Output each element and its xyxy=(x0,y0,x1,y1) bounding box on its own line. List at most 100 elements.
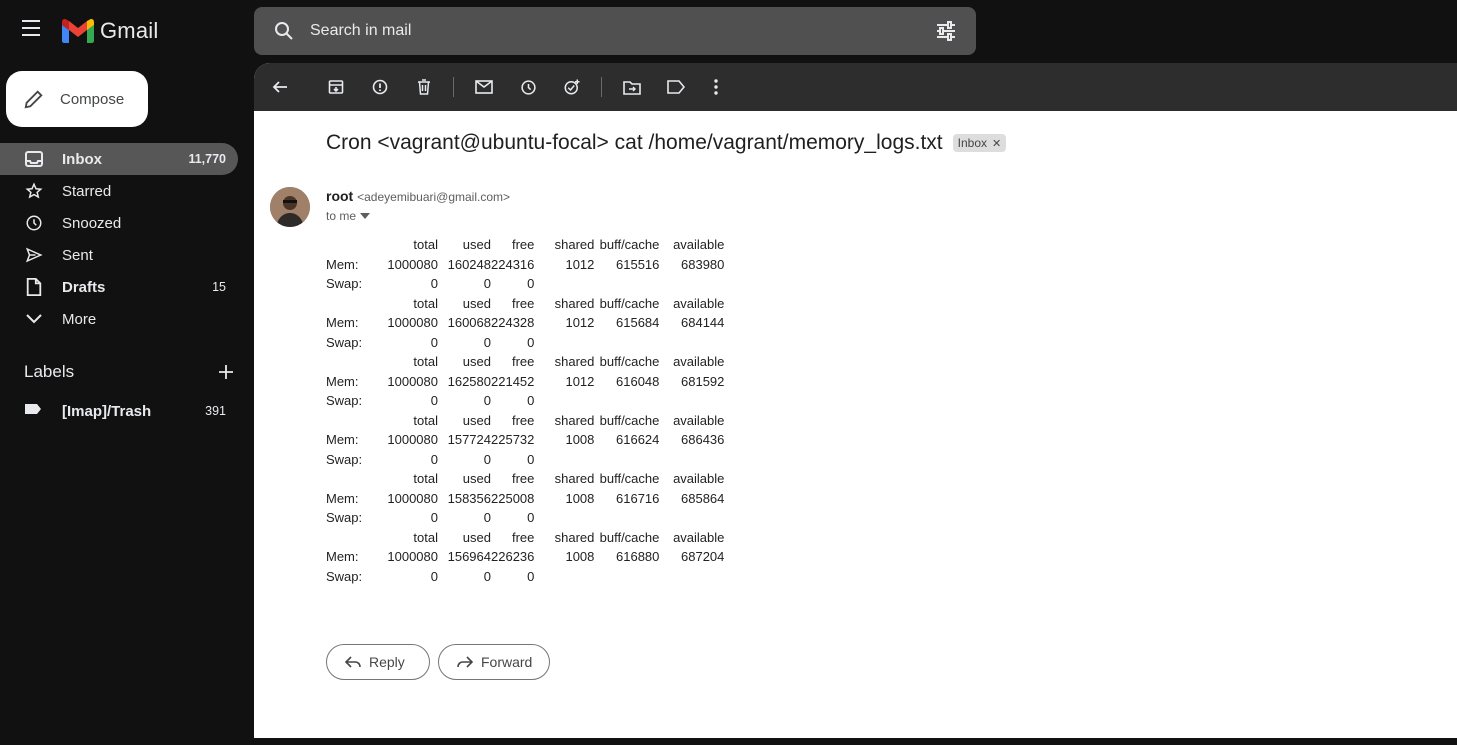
log-cell: 156964 xyxy=(447,549,491,565)
snooze-button[interactable] xyxy=(516,75,540,99)
log-cell: Swap: xyxy=(326,334,363,350)
log-swap-row: Swap: 0 0 0 xyxy=(326,391,780,411)
log-cell xyxy=(724,372,780,392)
search-options-icon[interactable] xyxy=(934,19,958,43)
avatar[interactable] xyxy=(270,187,310,227)
log-cell: 616716 xyxy=(616,490,660,506)
sender-name[interactable]: root xyxy=(326,188,353,204)
log-cell: shared xyxy=(554,529,595,545)
log-cell: buff/cache xyxy=(599,354,660,370)
label-tag-icon xyxy=(24,402,42,420)
compose-label: Compose xyxy=(60,90,125,108)
log-cell: used xyxy=(462,237,491,253)
compose-button[interactable]: Compose xyxy=(6,71,148,127)
log-cell xyxy=(594,508,659,528)
log-cell: 1012 xyxy=(565,315,595,331)
log-cell: 160248 xyxy=(447,256,491,272)
log-cell xyxy=(659,450,724,470)
sidebar-item-label: More xyxy=(62,310,97,328)
back-button[interactable] xyxy=(268,75,292,99)
log-cell xyxy=(534,567,594,587)
search-input[interactable] xyxy=(310,17,910,45)
log-cell: 0 xyxy=(527,510,535,526)
log-cell: used xyxy=(462,471,491,487)
log-cell: free xyxy=(511,237,535,253)
log-cell xyxy=(326,528,376,548)
add-task-button[interactable] xyxy=(560,75,584,99)
delete-button[interactable] xyxy=(412,75,436,99)
log-cell: Mem: xyxy=(326,315,359,331)
mark-unread-button[interactable] xyxy=(472,75,496,99)
log-mem-row: Mem: 1000080 156964 226236 1008 616880 687204 xyxy=(326,547,780,567)
log-cell xyxy=(326,294,376,314)
gmail-logo[interactable]: Gmail xyxy=(62,18,158,44)
sidebar-item-more[interactable]: More xyxy=(0,303,238,335)
log-cell: 0 xyxy=(483,276,491,292)
log-cell xyxy=(724,411,780,431)
sidebar-item-inbox[interactable]: Inbox 11,770 xyxy=(0,143,238,175)
log-mem-row: Mem: 1000080 157724 225732 1008 616624 686436 xyxy=(326,430,780,450)
log-cell xyxy=(724,313,780,333)
labels-button[interactable] xyxy=(664,75,688,99)
log-swap-row: Swap: 0 0 0 xyxy=(326,333,780,353)
main-menu-button[interactable] xyxy=(22,20,44,42)
sidebar-item-starred[interactable]: Starred xyxy=(0,175,238,207)
log-cell: 0 xyxy=(483,393,491,409)
log-cell: free xyxy=(511,295,535,311)
sidebar-item-imap-trash[interactable]: [Imap]/Trash 391 xyxy=(0,395,238,427)
log-cell xyxy=(724,547,780,567)
log-cell: 0 xyxy=(483,334,491,350)
clock-icon xyxy=(24,213,44,233)
log-cell: available xyxy=(673,412,725,428)
email-view: Cron <vagrant@ubuntu-focal> cat /home/va… xyxy=(254,63,1457,738)
log-cell: used xyxy=(462,354,491,370)
log-cell xyxy=(659,391,724,411)
log-cell xyxy=(594,391,659,411)
inbox-label-chip[interactable]: Inbox ✕ xyxy=(952,134,1007,152)
sidebar-item-sent[interactable]: Sent xyxy=(0,239,238,271)
gmail-m-icon xyxy=(62,19,94,43)
spam-icon xyxy=(372,79,388,95)
sidebar-item-drafts[interactable]: Drafts 15 xyxy=(0,271,238,303)
log-cell: 1000080 xyxy=(387,256,438,272)
log-cell: 225732 xyxy=(491,432,535,448)
log-swap-row: Swap: 0 0 0 xyxy=(326,450,780,470)
report-spam-button[interactable] xyxy=(368,75,392,99)
log-cell xyxy=(326,411,376,431)
log-header-row: total used free shared buff/cache available xyxy=(326,352,780,372)
log-cell xyxy=(594,567,659,587)
log-cell: 158356 xyxy=(447,490,491,506)
add-label-icon[interactable] xyxy=(218,364,234,380)
log-cell: 686436 xyxy=(681,432,725,448)
log-cell: available xyxy=(673,471,725,487)
log-cell: free xyxy=(511,354,535,370)
log-cell: 0 xyxy=(527,393,535,409)
remove-label-icon[interactable]: ✕ xyxy=(992,137,1001,150)
log-cell xyxy=(724,528,780,548)
drafts-count: 15 xyxy=(212,280,226,294)
log-cell: 1000080 xyxy=(387,490,438,506)
log-cell: available xyxy=(673,295,725,311)
log-cell: 0 xyxy=(430,393,438,409)
arrow-left-icon xyxy=(272,81,287,93)
forward-button[interactable]: Forward xyxy=(438,644,550,680)
more-options-button[interactable] xyxy=(704,75,728,99)
log-cell: 162580 xyxy=(447,373,491,389)
log-cell: shared xyxy=(554,295,595,311)
sidebar-item-snoozed[interactable]: Snoozed xyxy=(0,207,238,239)
move-to-button[interactable] xyxy=(620,75,644,99)
search-icon[interactable] xyxy=(272,19,296,43)
reply-button[interactable]: Reply xyxy=(326,644,430,680)
archive-button[interactable] xyxy=(324,75,348,99)
log-header-row: total used free shared buff/cache available xyxy=(326,528,780,548)
log-cell: Mem: xyxy=(326,432,359,448)
log-cell xyxy=(724,235,780,255)
recipient-details[interactable]: to me xyxy=(326,209,371,223)
log-cell: Swap: xyxy=(326,451,363,467)
search-bar[interactable] xyxy=(254,7,976,55)
log-cell: 0 xyxy=(483,451,491,467)
log-cell xyxy=(724,489,780,509)
log-cell xyxy=(659,274,724,294)
trash-icon xyxy=(418,79,430,95)
log-cell xyxy=(659,508,724,528)
